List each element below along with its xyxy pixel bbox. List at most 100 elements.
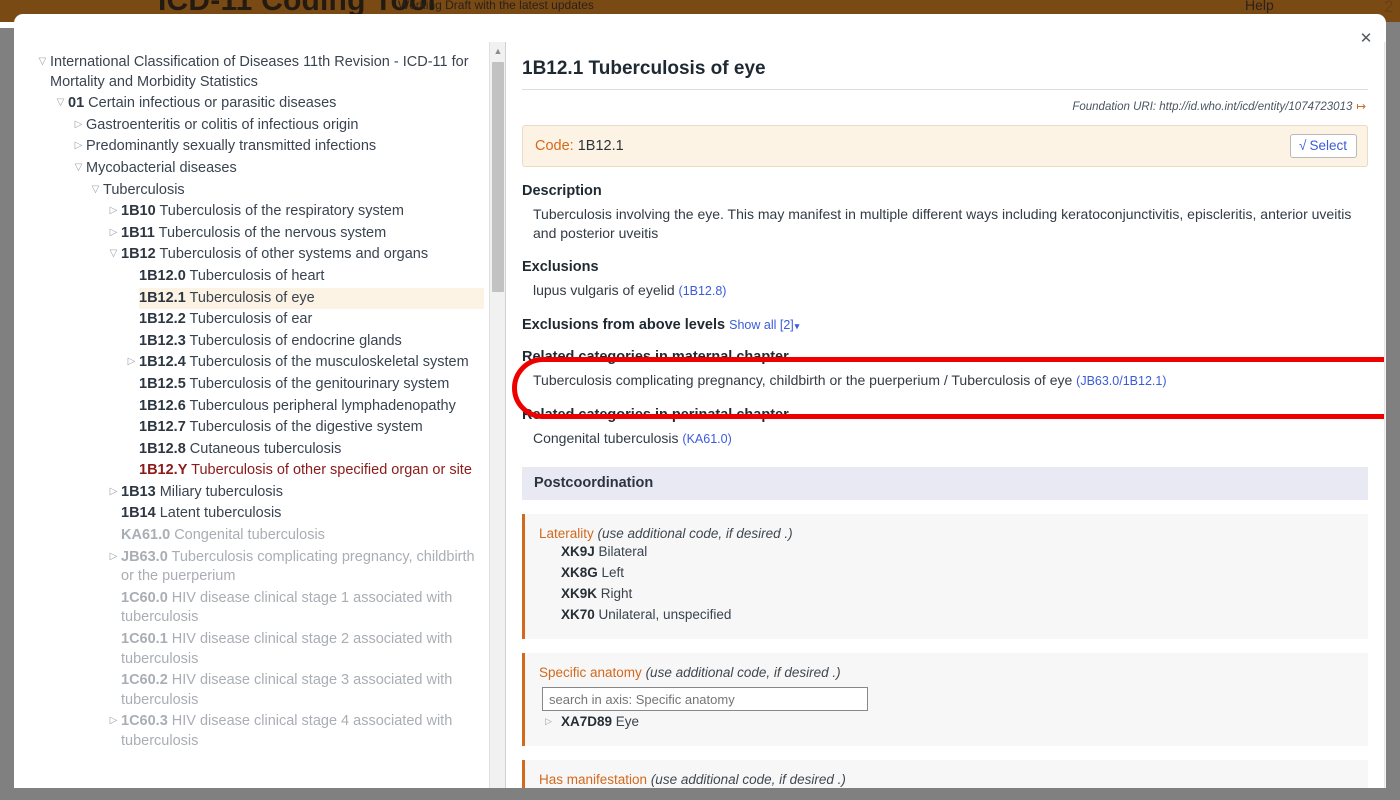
tree-item[interactable]: ▷1B12.4 Tuberculosis of the musculoskele… [139, 352, 484, 374]
chevron-down-icon[interactable]: ▽ [90, 184, 101, 195]
chevron-down-icon[interactable]: ▽ [108, 248, 119, 259]
tree-item[interactable]: ▷1B10 Tuberculosis of the respiratory sy… [121, 201, 484, 223]
axis-search-input[interactable] [542, 687, 868, 711]
tree-item-label: HIV disease clinical stage 3 associated … [121, 672, 452, 708]
tree-item[interactable]: ▷1C60.3 HIV disease clinical stage 4 ass… [121, 711, 484, 752]
axis-name: Laterality [539, 526, 598, 541]
chevron-down-icon[interactable]: ▽ [55, 97, 66, 108]
tree-item[interactable]: ▷Gastroenteritis or colitis of infectiou… [86, 115, 484, 137]
help-link[interactable]: Help [1245, 0, 1274, 13]
axis-title: Has manifestation (use additional code, … [539, 772, 1356, 787]
tree-item[interactable]: 1B12.Y Tuberculosis of other specified o… [139, 460, 484, 482]
postcoordination-axis: Specific anatomy (use additional code, i… [522, 653, 1368, 746]
tree-item-code: 1B12.3 [139, 333, 186, 349]
postcoordination-axis: Has manifestation (use additional code, … [522, 760, 1368, 788]
perinatal-item[interactable]: Congenital tuberculosis (KA61.0) [533, 429, 1368, 449]
select-button[interactable]: √Select [1290, 134, 1357, 158]
axis-item[interactable]: ▷XA7D89 Eye [539, 711, 1356, 732]
app-subtitle: Working Draft with the latest updates [398, 0, 594, 12]
tree-item[interactable]: 1B12.1 Tuberculosis of eye [139, 288, 484, 310]
tree-item[interactable]: ▽Tuberculosis [103, 180, 484, 202]
axis-item[interactable]: XK70 Unilateral, unspecified [539, 604, 1356, 625]
tree-item[interactable]: 1C60.0 HIV disease clinical stage 1 asso… [121, 588, 484, 629]
chevron-right-icon[interactable]: ▷ [73, 140, 84, 151]
tree-scrollbar[interactable]: ▲ ▼ [489, 42, 505, 788]
show-all-link[interactable]: Show all [2] [729, 318, 794, 332]
axis-title: Specific anatomy (use additional code, i… [539, 665, 1356, 680]
exclusion-item-text: lupus vulgaris of eyelid [533, 282, 679, 298]
axis-name: Has manifestation [539, 772, 651, 787]
axis-hint: (use additional code, if desired .) [651, 772, 846, 787]
tree-item[interactable]: 1B12.8 Cutaneous tuberculosis [139, 439, 484, 461]
tree-item[interactable]: KA61.0 Congenital tuberculosis [121, 525, 484, 547]
chevron-right-icon[interactable]: ▷ [73, 119, 84, 130]
chevron-right-icon[interactable]: ▷ [545, 716, 552, 727]
code-box: Code: 1B12.1 √Select [522, 125, 1368, 167]
tree-item[interactable]: ▽International Classification of Disease… [50, 52, 484, 93]
tree-item-code: KA61.0 [121, 527, 170, 543]
chevron-right-icon[interactable]: ▷ [108, 205, 119, 216]
tree-item[interactable]: ▷Predominantly sexually transmitted infe… [86, 136, 484, 158]
tree-item-label: HIV disease clinical stage 4 associated … [121, 713, 452, 749]
maternal-item-code[interactable]: (JB63.0/1B12.1) [1076, 374, 1166, 388]
tree-item-label: Gastroenteritis or colitis of infectious… [86, 117, 358, 133]
tree-item-code: 1B12.8 [139, 441, 186, 457]
tree-item[interactable]: 1B12.7 Tuberculosis of the digestive sys… [139, 417, 484, 439]
tree-item-label: Tuberculosis of heart [190, 268, 325, 284]
tree-item[interactable]: ▽Mycobacterial diseases [86, 158, 484, 180]
tree-item[interactable]: ▽1B12 Tuberculosis of other systems and … [121, 244, 484, 266]
chevron-right-icon[interactable]: ▷ [108, 715, 119, 726]
dialog-shadow-left [0, 28, 14, 788]
tree-scroll-up-icon[interactable]: ▲ [490, 42, 506, 59]
chevron-down-icon[interactable]: ▽ [37, 56, 48, 67]
maternal-chapter-heading: Related categories in maternal chapter [522, 349, 1368, 365]
tree-item[interactable]: ▽01 Certain infectious or parasitic dise… [68, 93, 484, 115]
foundation-uri-text[interactable]: Foundation URI: http://id.who.int/icd/en… [1072, 101, 1352, 113]
tree-item[interactable]: 1B14 Latent tuberculosis [121, 503, 484, 525]
tree-item-label: Cutaneous tuberculosis [190, 441, 342, 457]
tree-item[interactable]: 1C60.2 HIV disease clinical stage 3 asso… [121, 670, 484, 711]
tree-item-label: Mycobacterial diseases [86, 160, 237, 176]
tree-item[interactable]: 1B12.6 Tuberculous peripheral lymphadeno… [139, 396, 484, 418]
tree-item-code: 1B12.2 [139, 311, 186, 327]
perinatal-item-code[interactable]: (KA61.0) [682, 432, 731, 446]
axis-item[interactable]: XK8G Left [539, 562, 1356, 583]
chevron-down-icon[interactable]: ▽ [73, 162, 84, 173]
open-uri-icon[interactable]: ↦ [1352, 101, 1366, 113]
chevron-right-icon[interactable]: ▷ [108, 551, 119, 562]
tree-item-label: Tuberculosis complicating pregnancy, chi… [121, 549, 475, 585]
tree-item-label: International Classification of Diseases… [50, 54, 469, 90]
chevron-right-icon[interactable]: ▷ [108, 486, 119, 497]
corner-number: 2 [1384, 0, 1393, 17]
perinatal-chapter-list: Congenital tuberculosis (KA61.0) [522, 429, 1368, 449]
tree-item-label: Congenital tuberculosis [174, 527, 325, 543]
tree-item[interactable]: ▷1B11 Tuberculosis of the nervous system [121, 223, 484, 245]
chevron-right-icon[interactable]: ▷ [108, 227, 119, 238]
select-button-label: Select [1309, 138, 1347, 153]
axis-item[interactable]: XK9K Right [539, 583, 1356, 604]
tree-item-code: 1B12.1 [139, 290, 186, 306]
tree-item[interactable]: 1C60.1 HIV disease clinical stage 2 asso… [121, 629, 484, 670]
tree-item[interactable]: 1B12.3 Tuberculosis of endocrine glands [139, 331, 484, 353]
exclusion-item[interactable]: lupus vulgaris of eyelid (1B12.8) [533, 281, 1368, 301]
exclusion-item-code[interactable]: (1B12.8) [679, 284, 727, 298]
axis-item-code: XA7D89 [561, 714, 612, 729]
check-icon: √ [1299, 138, 1309, 153]
tree-item[interactable]: 1B12.2 Tuberculosis of ear [139, 309, 484, 331]
tree-item[interactable]: 1B12.5 Tuberculosis of the genitourinary… [139, 374, 484, 396]
tree-item[interactable]: 1B12.0 Tuberculosis of heart [139, 266, 484, 288]
chevron-right-icon[interactable]: ▷ [126, 356, 137, 367]
tree-item[interactable]: ▷1B13 Miliary tuberculosis [121, 482, 484, 504]
maternal-item[interactable]: Tuberculosis complicating pregnancy, chi… [533, 371, 1368, 391]
tree-item-label: Tuberculous peripheral lymphadenopathy [190, 398, 456, 414]
exclusions-above-label: Exclusions from above levels [522, 317, 725, 333]
axis-item[interactable]: XK9J Bilateral [539, 541, 1356, 562]
hierarchy-tree-list: ▽International Classification of Disease… [28, 42, 490, 788]
tree-item-code: 01 [68, 95, 84, 111]
tree-item-code: 1B12.Y [139, 462, 187, 478]
description-text: Tuberculosis involving the eye. This may… [522, 205, 1368, 243]
tree-item[interactable]: ▷JB63.0 Tuberculosis complicating pregna… [121, 547, 484, 588]
chevron-down-icon[interactable]: ▾ [794, 321, 800, 331]
tree-item-label: Latent tuberculosis [160, 505, 282, 521]
tree-scrollbar-thumb[interactable] [492, 62, 504, 292]
